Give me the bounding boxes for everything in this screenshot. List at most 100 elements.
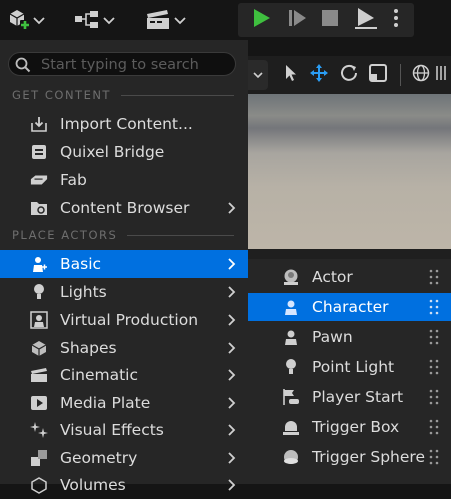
drag-handle-icon[interactable] bbox=[429, 419, 439, 435]
drag-handle-icon[interactable] bbox=[429, 449, 439, 465]
viewport-toolbar bbox=[248, 56, 451, 94]
cinematics-button[interactable] bbox=[145, 6, 186, 36]
submenu-item-actor[interactable]: Actor bbox=[248, 263, 451, 291]
drag-handle-icon[interactable] bbox=[429, 389, 439, 405]
import-icon bbox=[30, 115, 48, 133]
chevron-right-icon bbox=[225, 448, 239, 468]
drag-handle-icon[interactable] bbox=[429, 299, 439, 315]
submenu-item-trigger-box[interactable]: Trigger Box bbox=[248, 413, 451, 441]
actor-icon bbox=[282, 268, 300, 286]
submenu-item-trigger-sphere[interactable]: Trigger Sphere bbox=[248, 443, 451, 471]
rotate-mode-button[interactable] bbox=[338, 64, 360, 86]
submenu-item-label: Trigger Box bbox=[312, 418, 400, 436]
stop-icon bbox=[320, 8, 340, 32]
menu-item-quixel-bridge[interactable]: Quixel Bridge bbox=[0, 138, 248, 166]
blueprint-button[interactable] bbox=[74, 6, 115, 36]
drag-handle-icon[interactable] bbox=[429, 359, 439, 375]
submenu-item-pawn[interactable]: Pawn bbox=[248, 323, 451, 351]
move-arrows-icon bbox=[309, 63, 329, 87]
eject-button[interactable] bbox=[351, 5, 381, 35]
chevron-right-icon bbox=[225, 254, 239, 274]
level-viewport[interactable] bbox=[248, 94, 451, 249]
menu-item-label: Quixel Bridge bbox=[60, 143, 165, 161]
menu-item-label: Lights bbox=[60, 283, 107, 301]
chevron-right-icon bbox=[225, 420, 239, 440]
menu-item-fab[interactable]: Fab bbox=[0, 166, 248, 194]
menu-item-label: Geometry bbox=[60, 449, 138, 467]
section-header-place-actors: PLACE ACTORS bbox=[12, 228, 234, 242]
add-actor-button[interactable] bbox=[6, 6, 45, 36]
basic-icon bbox=[30, 255, 48, 273]
viewport-bottom-strip bbox=[248, 249, 451, 259]
snap-icon bbox=[435, 64, 447, 86]
play-button[interactable] bbox=[246, 5, 276, 35]
menu-item-label: Media Plate bbox=[60, 394, 151, 412]
stop-button[interactable] bbox=[315, 5, 345, 35]
scale-mode-button[interactable] bbox=[367, 64, 389, 86]
section-label: PLACE ACTORS bbox=[12, 228, 118, 242]
select-mode-button[interactable] bbox=[280, 64, 302, 86]
menu-item-volumes[interactable]: Volumes bbox=[0, 471, 248, 499]
geometry-icon bbox=[30, 449, 48, 467]
menu-item-content-browser[interactable]: Content Browser bbox=[0, 194, 248, 222]
section-label: GET CONTENT bbox=[12, 88, 111, 102]
search-input[interactable] bbox=[39, 54, 233, 76]
submenu-item-point-light[interactable]: Point Light bbox=[248, 353, 451, 381]
drag-handle-icon[interactable] bbox=[429, 329, 439, 345]
skip-forward-icon bbox=[286, 7, 308, 33]
chevron-down-icon bbox=[174, 15, 186, 28]
chevron-down-icon bbox=[103, 15, 115, 28]
play-controls bbox=[238, 3, 414, 37]
menu-item-basic[interactable]: Basic bbox=[0, 250, 248, 278]
translate-mode-button[interactable] bbox=[308, 64, 330, 86]
menu-item-media-plate[interactable]: Media Plate bbox=[0, 389, 248, 417]
basic-submenu: Actor Character Pawn Point Light Player … bbox=[248, 259, 451, 484]
menu-item-geometry[interactable]: Geometry bbox=[0, 444, 248, 472]
menu-item-label: Shapes bbox=[60, 339, 117, 357]
add-actor-menu: GET CONTENT Import Content... Quixel Bri… bbox=[0, 40, 248, 494]
chevron-right-icon bbox=[225, 198, 239, 218]
main-toolbar bbox=[0, 0, 451, 40]
more-options-icon bbox=[393, 8, 399, 32]
search-icon bbox=[15, 57, 31, 77]
bridge-icon bbox=[30, 143, 48, 161]
add-actor-icon bbox=[6, 7, 30, 35]
more-options-button[interactable] bbox=[384, 5, 408, 35]
media-plate-icon bbox=[30, 394, 48, 412]
submenu-item-character[interactable]: Character bbox=[248, 293, 451, 321]
viewport-dropdown[interactable] bbox=[248, 60, 268, 90]
snap-button[interactable] bbox=[434, 64, 448, 86]
fab-icon bbox=[30, 171, 48, 189]
volume-icon bbox=[30, 476, 48, 494]
menu-item-label: Import Content... bbox=[60, 115, 193, 133]
submenu-item-label: Character bbox=[312, 298, 389, 316]
chevron-down-icon bbox=[33, 15, 45, 28]
trigger-box-icon bbox=[282, 418, 300, 436]
submenu-item-label: Trigger Sphere bbox=[312, 448, 425, 466]
menu-item-shapes[interactable]: Shapes bbox=[0, 334, 248, 362]
menu-item-label: Content Browser bbox=[60, 199, 190, 217]
skip-forward-button[interactable] bbox=[282, 5, 312, 35]
menu-item-import-content[interactable]: Import Content... bbox=[0, 110, 248, 138]
drag-handle-icon[interactable] bbox=[429, 269, 439, 285]
blueprint-icon bbox=[74, 8, 100, 34]
rotate-icon bbox=[339, 63, 359, 87]
cursor-icon bbox=[283, 64, 299, 86]
divider bbox=[120, 94, 234, 96]
chevron-right-icon bbox=[225, 282, 239, 302]
pawn-icon bbox=[282, 328, 300, 346]
chevron-right-icon bbox=[225, 365, 239, 385]
menu-item-cinematic[interactable]: Cinematic bbox=[0, 361, 248, 389]
cinematics-icon bbox=[145, 8, 171, 34]
menu-item-lights[interactable]: Lights bbox=[0, 278, 248, 306]
menu-item-virtual-production[interactable]: Virtual Production bbox=[0, 306, 248, 334]
menu-item-visual-effects[interactable]: Visual Effects bbox=[0, 416, 248, 444]
submenu-item-label: Point Light bbox=[312, 358, 395, 376]
play-icon bbox=[250, 7, 272, 33]
submenu-item-label: Pawn bbox=[312, 328, 353, 346]
world-space-button[interactable] bbox=[410, 64, 432, 86]
menu-item-label: Basic bbox=[60, 255, 102, 273]
submenu-item-player-start[interactable]: Player Start bbox=[248, 383, 451, 411]
search-box[interactable] bbox=[8, 52, 236, 76]
menu-item-label: Visual Effects bbox=[60, 421, 164, 439]
